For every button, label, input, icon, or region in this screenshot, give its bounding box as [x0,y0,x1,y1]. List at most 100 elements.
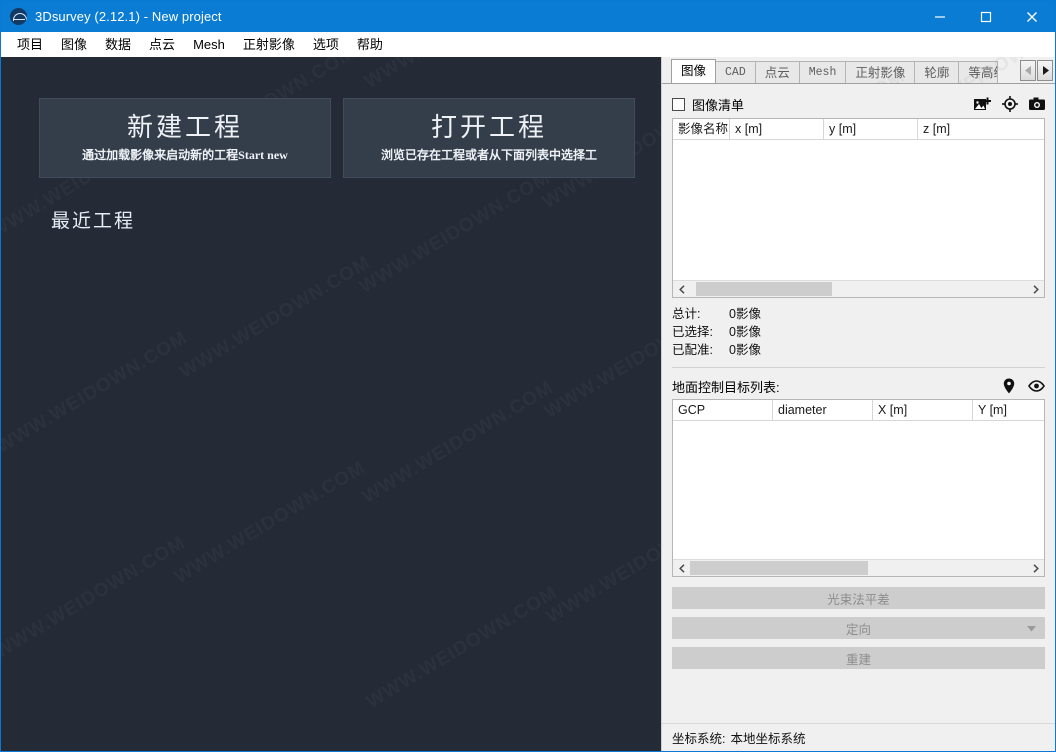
gcp-table-body[interactable] [673,421,1044,559]
menu-item-help[interactable]: 帮助 [348,34,392,55]
target-icon[interactable] [1002,96,1018,112]
tab-images[interactable]: 图像 [671,59,717,83]
right-dock-panel: 图像 CAD 点云 Mesh 正射影像 轮廓 等高线 [661,57,1055,751]
stat-selected: 已选择: 0影像 [672,323,1045,341]
eye-icon[interactable] [1028,380,1045,392]
stat-total: 总计: 0影像 [672,305,1045,323]
tab-pointcloud[interactable]: 点云 [754,61,800,83]
open-project-title: 打开工程 [430,113,547,142]
camera-icon[interactable] [1029,97,1045,111]
menu-item-mesh[interactable]: Mesh [184,34,234,55]
watermark: WWW.WEIDOWN.COM [171,457,370,588]
tab-strip: 图像 CAD 点云 Mesh 正射影像 轮廓 等高线 [662,57,1055,84]
watermark: WWW.WEIDOWN.COM [541,292,661,423]
image-list-checkbox[interactable] [672,97,685,111]
action-buttons: 光束法平差 定向 重建 [672,587,1045,669]
minimize-icon[interactable] [917,1,963,32]
col-image-name[interactable]: 影像名称 [673,119,730,139]
status-bar: 坐标系统: 本地坐标系统 [662,723,1055,751]
menu-item-data[interactable]: 数据 [96,34,140,55]
gcp-title: 地面控制目标列表: [672,379,780,395]
watermark: WWW.WEIDOWN.COM [359,377,558,508]
gcp-table-hscrollbar[interactable] [673,559,1044,576]
stat-selected-key: 已选择: [672,325,713,339]
menu-bar: 项目 图像 数据 点云 Mesh 正射影像 选项 帮助 [1,32,1055,57]
col-x[interactable]: x [m] [730,119,824,139]
stat-registered-value: 0影像 [729,343,761,357]
menu-item-images[interactable]: 图像 [52,34,96,55]
coordinate-system-value: 本地坐标系统 [730,732,806,746]
reconstruction-button[interactable]: 重建 [672,647,1045,669]
map-pin-icon[interactable] [1003,378,1015,394]
application-window: 3Dsurvey (2.12.1) - New project 项目 图像 数据… [0,0,1056,752]
image-table-header: 影像名称 x [m] y [m] z [m] [673,119,1044,140]
image-list-label: 图像清单 [692,97,745,113]
watermark: WWW.WEIDOWN.COM [356,167,555,298]
image-table-body[interactable] [673,140,1044,280]
tab-orthophoto[interactable]: 正射影像 [845,61,916,83]
recent-projects-label: 最近工程 [51,211,136,232]
add-image-icon[interactable] [974,97,991,112]
new-project-tile[interactable]: 新建工程 通过加载影像来启动新的工程Start new [39,98,331,178]
open-project-subtitle: 浏览已存在工程或者从下面列表中选择工 [380,148,597,162]
hscroll-thumb[interactable] [690,561,868,575]
menu-item-orthophoto[interactable]: 正射影像 [234,34,304,55]
gcp-table-header: GCP diameter X [m] Y [m] [673,400,1044,421]
watermark: WWW.WEIDOWN.COM [1,327,192,458]
hscroll-track[interactable] [690,281,1027,297]
tab-mesh[interactable]: Mesh [798,61,847,83]
image-table-hscrollbar[interactable] [673,280,1044,297]
stat-selected-value: 0影像 [729,325,761,339]
image-list-toolbar [974,96,1045,112]
menu-item-project[interactable]: 项目 [8,34,52,55]
gcp-toolbar [1003,378,1045,394]
scroll-right-icon[interactable] [1027,281,1044,297]
gcp-table: GCP diameter X [m] Y [m] [672,399,1045,577]
col-diameter[interactable]: diameter [773,400,873,420]
watermark: WWW.WEIDOWN.COM [1,532,190,663]
new-project-title: 新建工程 [126,113,243,142]
hscroll-track[interactable] [690,560,1027,576]
hscroll-thumb[interactable] [696,282,832,296]
window-controls [917,1,1055,32]
scroll-left-icon[interactable] [673,281,690,297]
scroll-left-icon[interactable] [673,560,690,576]
tab-scroll-arrows [1020,60,1053,81]
new-project-subtitle: 通过加载影像来启动新的工程Start new [82,148,288,162]
close-icon[interactable] [1009,1,1055,32]
coordinate-system-label: 坐标系统: [672,732,726,746]
menu-item-options[interactable]: 选项 [304,34,348,55]
orientation-dropdown-label: 定向 [845,622,871,637]
start-screen-panel: WWW.WEIDOWN.COM WWW.WEIDOWN.COM WWW.WEID… [1,57,661,751]
menu-item-pointcloud[interactable]: 点云 [140,34,184,55]
tab-cad[interactable]: CAD [715,61,756,83]
gcp-header: 地面控制目标列表: [672,373,1045,399]
col-gcp-x[interactable]: X [m] [873,400,973,420]
orientation-dropdown[interactable]: 定向 [672,617,1045,639]
chevron-down-icon [1027,621,1036,635]
open-project-tile[interactable]: 打开工程 浏览已存在工程或者从下面列表中选择工 [343,98,635,178]
tab-contour[interactable]: 轮廓 [914,61,960,83]
col-gcp-y[interactable]: Y [m] [973,400,1044,420]
image-list-header: 图像清单 [672,90,1045,118]
image-table: 影像名称 x [m] y [m] z [m] [672,118,1045,298]
main-body: WWW.WEIDOWN.COM WWW.WEIDOWN.COM WWW.WEID… [1,57,1055,751]
chevron-left-icon[interactable] [1020,60,1036,81]
col-gcp[interactable]: GCP [673,400,773,420]
col-z[interactable]: z [m] [918,119,1044,139]
col-y[interactable]: y [m] [824,119,918,139]
watermark: WWW.WEIDOWN.COM [176,252,375,383]
section-divider [672,367,1045,368]
watermark: WWW.WEIDOWN.COM [363,582,562,713]
chevron-right-icon[interactable] [1037,60,1053,81]
stat-registered: 已配准: 0影像 [672,341,1045,359]
tab-elevation[interactable]: 等高线 [958,61,999,83]
3dsurvey-logo-icon [10,8,27,25]
start-tiles: 新建工程 通过加载影像来启动新的工程Start new 打开工程 浏览已存在工程… [1,57,661,178]
scroll-right-icon[interactable] [1027,560,1044,576]
maximize-icon[interactable] [963,1,1009,32]
images-tab-content: 图像清单 影像名称 x [m] y [m] z [m] 总计: 0影像 已选择:… [662,84,1055,723]
stat-registered-key: 已配准: [672,343,713,357]
bundle-adjustment-button[interactable]: 光束法平差 [672,587,1045,609]
stat-total-key: 总计: [672,307,701,321]
